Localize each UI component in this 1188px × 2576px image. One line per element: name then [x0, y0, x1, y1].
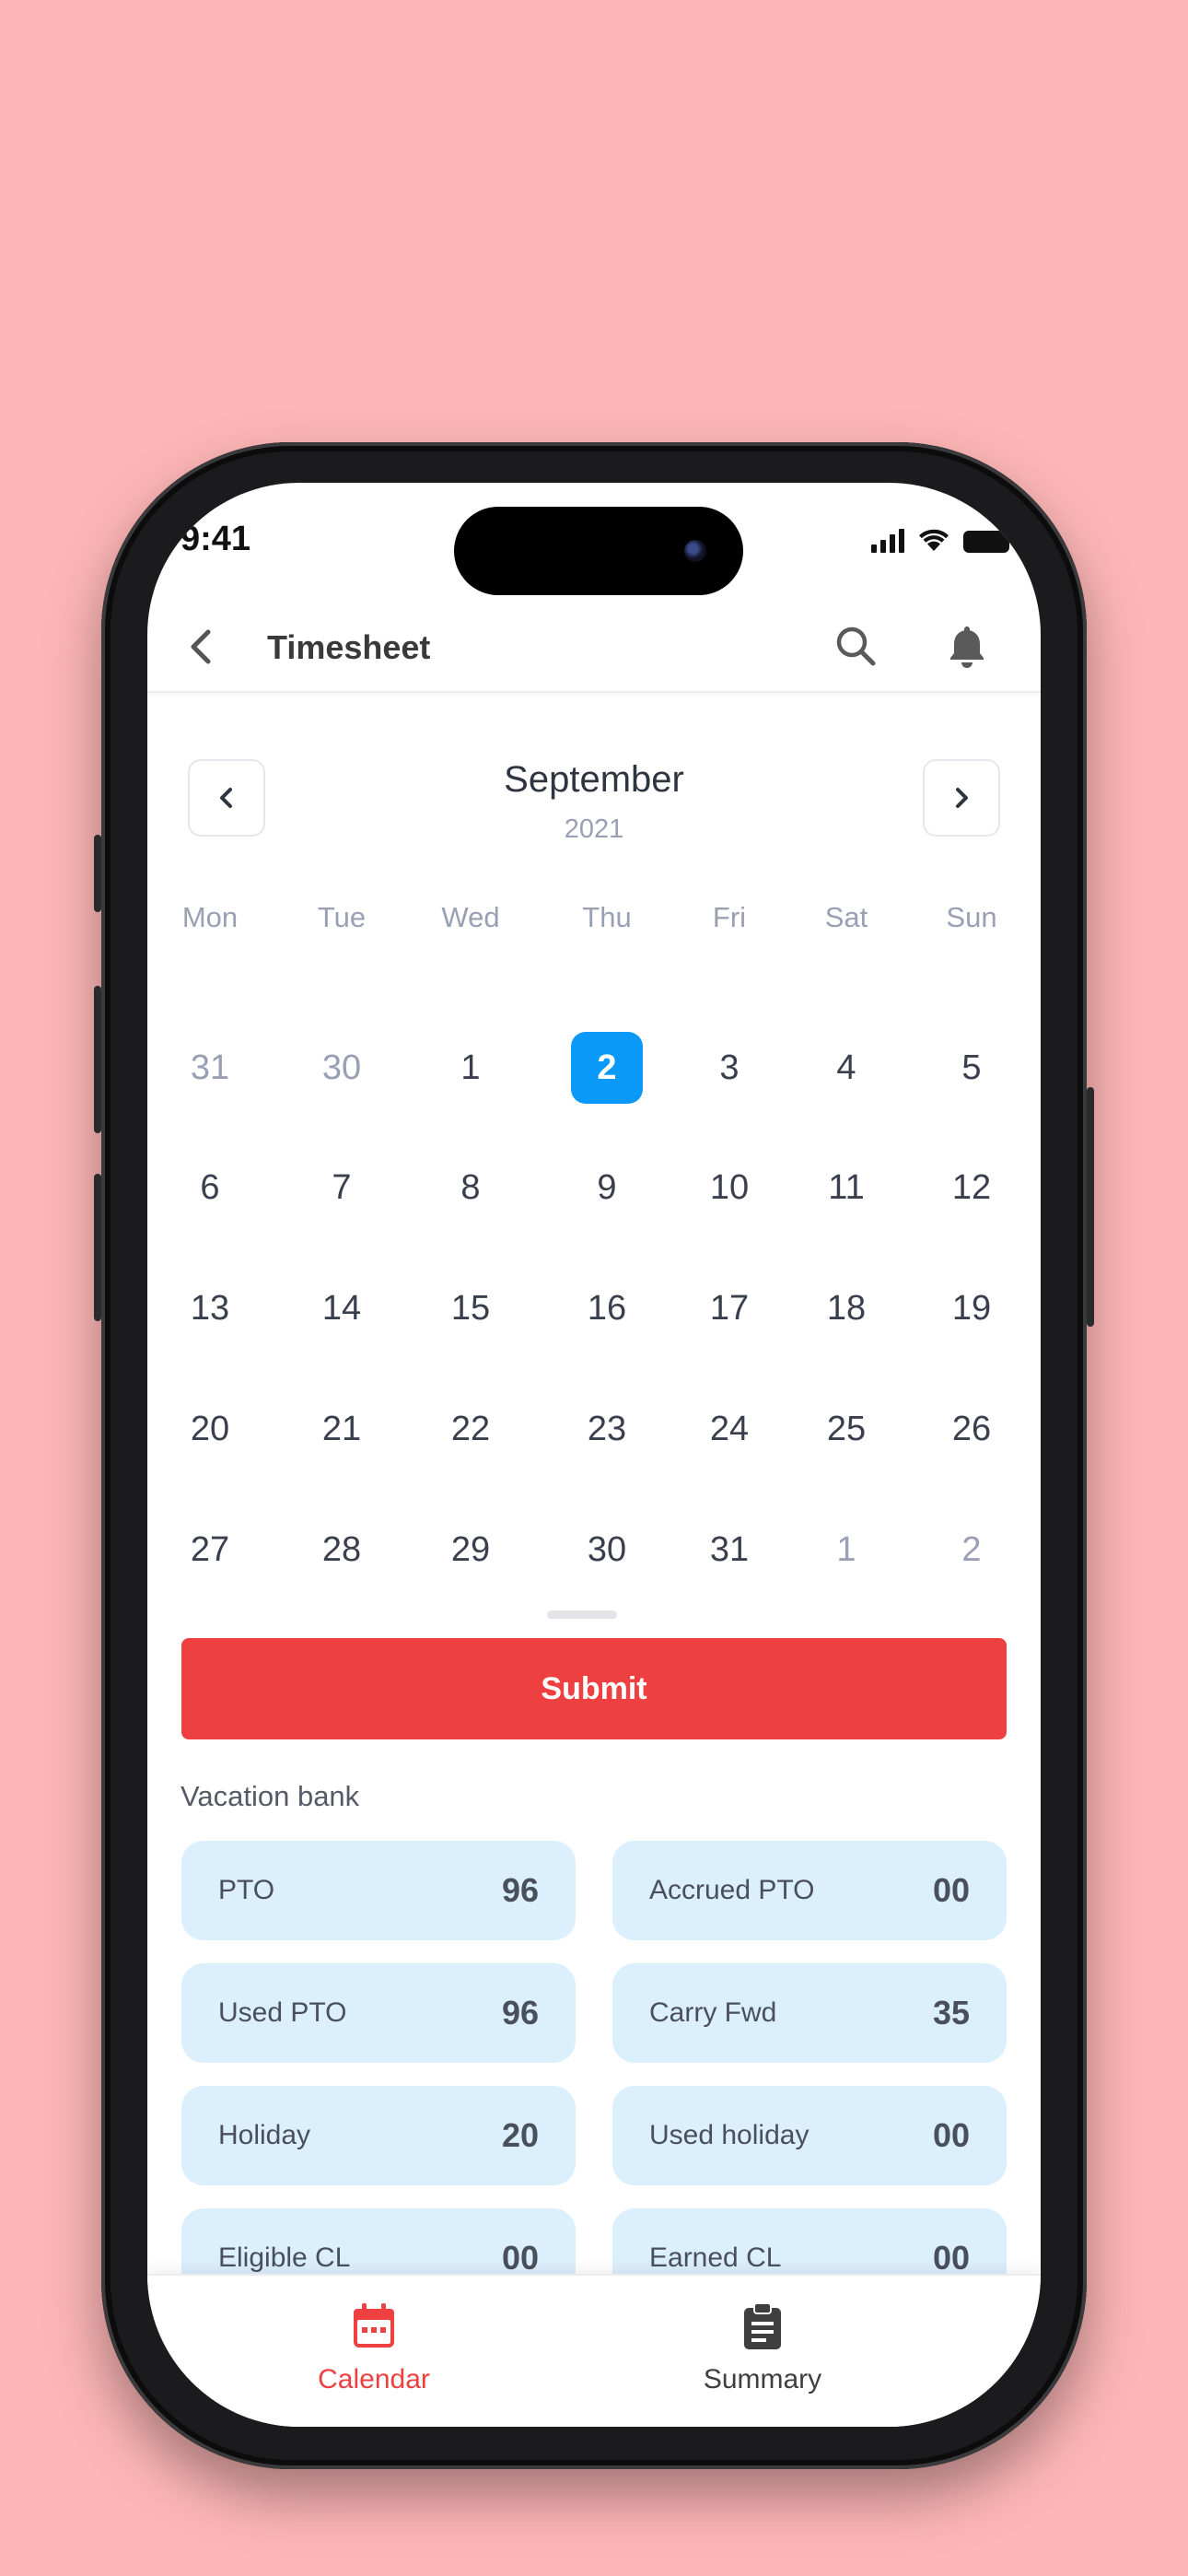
calendar-day[interactable]: 12	[936, 1152, 1007, 1224]
vacation-bank-value: 35	[932, 1994, 970, 2032]
calendar-day[interactable]: 13	[174, 1272, 246, 1344]
tab-label-calendar: Calendar	[318, 2364, 430, 2395]
vacation-bank-card: Holiday 20	[181, 2086, 576, 2185]
vacation-bank-card: Used holiday 00	[612, 2086, 1007, 2185]
calendar-day[interactable]: 27	[174, 1514, 246, 1586]
calendar-day[interactable]: 24	[693, 1393, 765, 1465]
calendar-day[interactable]: 17	[693, 1272, 765, 1344]
calendar-day[interactable]: 30	[306, 1032, 378, 1104]
calendar-day[interactable]: 8	[435, 1152, 507, 1224]
vacation-bank-label: Holiday	[218, 2120, 311, 2150]
side-button-power	[1087, 1087, 1094, 1327]
phone-frame: 9:41 Timesheet September 2021 Mon Tue We…	[94, 442, 1094, 2469]
vacation-bank-label: PTO	[218, 1875, 275, 1905]
vacation-bank-value: 00	[501, 2239, 539, 2277]
calendar-day[interactable]: 10	[693, 1152, 765, 1224]
calendar-day-selected[interactable]: 2	[571, 1032, 643, 1104]
calendar-day[interactable]: 11	[810, 1152, 882, 1224]
calendar-day[interactable]: 18	[810, 1272, 882, 1344]
calendar-day[interactable]: 14	[306, 1272, 378, 1344]
vacation-bank-card: Carry Fwd 35	[612, 1963, 1007, 2063]
calendar-day[interactable]: 1	[810, 1514, 882, 1586]
vacation-bank-value: 00	[932, 1871, 970, 1909]
calendar-icon	[354, 2303, 394, 2348]
vacation-bank-card: PTO 96	[181, 1841, 576, 1940]
calendar-day[interactable]: 20	[174, 1393, 246, 1465]
calendar-day[interactable]: 5	[936, 1032, 1007, 1104]
side-button-volume-down	[94, 1174, 101, 1321]
calendar-day[interactable]: 3	[693, 1032, 765, 1104]
calendar-day[interactable]: 25	[810, 1393, 882, 1465]
calendar-day[interactable]: 31	[174, 1032, 246, 1104]
calendar-day[interactable]: 15	[435, 1272, 507, 1344]
screen: 9:41 Timesheet September 2021 Mon Tue We…	[147, 483, 1041, 2427]
calendar-day[interactable]: 7	[306, 1152, 378, 1224]
calendar-day[interactable]: 19	[936, 1272, 1007, 1344]
calendar-day[interactable]: 29	[435, 1514, 507, 1586]
calendar-day[interactable]: 26	[936, 1393, 1007, 1465]
sheet-grabber[interactable]	[547, 1610, 617, 1619]
vacation-bank-value: 20	[501, 2116, 539, 2154]
side-button-volume-up	[94, 986, 101, 1133]
calendar-day[interactable]: 6	[174, 1152, 246, 1224]
vacation-bank-label: Used PTO	[218, 1997, 347, 2028]
calendar-day[interactable]: 28	[306, 1514, 378, 1586]
vacation-bank-value: 00	[932, 2239, 970, 2277]
tab-summary[interactable]: Summary	[624, 2301, 901, 2395]
calendar-day[interactable]: 23	[571, 1393, 643, 1465]
side-button-action	[94, 835, 101, 912]
tab-bar: Calendar Summary	[147, 2274, 1041, 2427]
vacation-bank-value: 00	[932, 2116, 970, 2154]
calendar-day[interactable]: 9	[571, 1152, 643, 1224]
calendar-day[interactable]: 2	[936, 1514, 1007, 1586]
tab-label-summary: Summary	[703, 2364, 822, 2395]
vacation-bank-card: Accrued PTO 00	[612, 1841, 1007, 1940]
vacation-bank-label: Eligible CL	[218, 2242, 351, 2273]
calendar-day[interactable]: 30	[571, 1514, 643, 1586]
vacation-bank-label: Earned CL	[649, 2242, 782, 2273]
calendar-day[interactable]: 21	[306, 1393, 378, 1465]
vacation-bank-value: 96	[501, 1871, 539, 1909]
vacation-bank-label: Carry Fwd	[649, 1997, 777, 2028]
vacation-bank-title: Vacation bank	[181, 1780, 360, 1812]
vacation-bank-label: Accrued PTO	[649, 1875, 815, 1905]
calendar-day[interactable]: 4	[810, 1032, 882, 1104]
tab-calendar[interactable]: Calendar	[236, 2301, 512, 2395]
vacation-bank-value: 96	[501, 1994, 539, 2032]
calendar-day[interactable]: 1	[435, 1032, 507, 1104]
calendar-day[interactable]: 22	[435, 1393, 507, 1465]
calendar-day[interactable]: 31	[693, 1514, 765, 1586]
clipboard-icon	[744, 2302, 781, 2349]
vacation-bank-card: Used PTO 96	[181, 1963, 576, 2063]
calendar-day[interactable]: 16	[571, 1272, 643, 1344]
vacation-bank-label: Used holiday	[649, 2120, 809, 2150]
submit-button[interactable]: Submit	[181, 1638, 1007, 1739]
